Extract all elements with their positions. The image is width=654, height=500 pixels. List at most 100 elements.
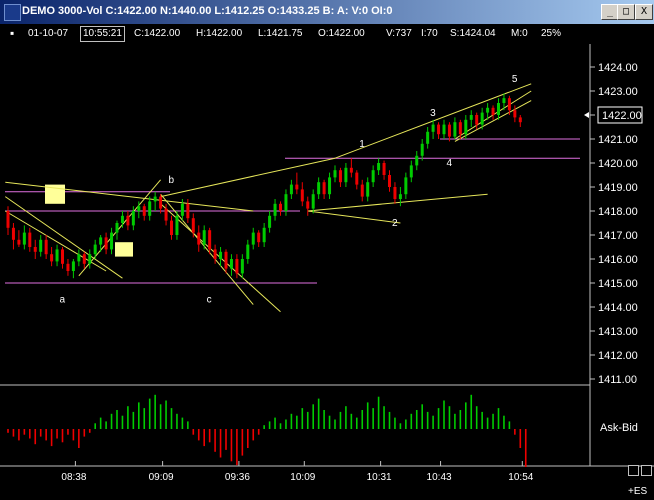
candle-body — [115, 223, 119, 233]
symbol-label: +ES — [628, 486, 648, 497]
y-tick-label: 1420.00 — [598, 158, 638, 170]
app-icon — [4, 4, 21, 21]
candle-body — [120, 215, 124, 223]
candle-body — [11, 227, 15, 240]
candle-body — [507, 98, 511, 111]
x-tick-label: 10:43 — [427, 472, 452, 483]
candle-body — [366, 182, 370, 197]
candle-body — [208, 230, 212, 250]
candle-body — [93, 244, 97, 255]
candle-body — [229, 259, 233, 269]
candle-body — [447, 124, 451, 137]
info-interval: I:70 — [421, 28, 438, 39]
candle-body — [164, 208, 168, 221]
layout-button-2[interactable] — [641, 465, 652, 476]
y-tick-label: 1414.00 — [598, 302, 638, 314]
candle-body — [137, 206, 141, 211]
candle-body — [458, 122, 462, 135]
y-tick-label: 1411.00 — [598, 374, 637, 386]
y-tick-label: 1419.00 — [598, 182, 638, 194]
info-volume: V:737 — [386, 28, 412, 39]
candle-body — [50, 254, 54, 262]
x-tick-label: 08:38 — [61, 472, 86, 483]
candle-body — [213, 249, 217, 259]
candle-body — [202, 230, 206, 245]
candle-body — [284, 194, 288, 211]
candle-body — [175, 215, 179, 235]
title-bar[interactable]: DEMO 3000-Vol C:1422.00 N:1440.00 L:1412… — [0, 0, 654, 24]
wave-label-5: 5 — [512, 74, 518, 85]
candle-body — [268, 215, 272, 228]
candle-body — [355, 172, 359, 185]
candle-body — [338, 170, 342, 183]
price-chart[interactable]: 1411.00 1412.00 1413.00 1414.00 1415.00 1416.… — [0, 44, 654, 500]
candle-body — [453, 122, 457, 137]
y-tick-label: 1421.00 — [598, 134, 638, 146]
window-title: DEMO 3000-Vol C:1422.00 N:1440.00 L:1412… — [22, 5, 393, 17]
candle-body — [475, 115, 479, 125]
candle-body — [99, 237, 103, 245]
y-tick-label: 1416.00 — [598, 254, 638, 266]
candle-body — [44, 239, 48, 255]
info-bar: ▪ 01-10-07 10:55:21 C:1422.00 H:1422.00 … — [0, 24, 590, 44]
candle-body — [480, 112, 484, 125]
candle-body — [486, 107, 490, 113]
candle-body — [66, 263, 70, 271]
wave-label-4: 4 — [446, 158, 452, 169]
layout-button-1[interactable] — [628, 465, 639, 476]
candle-body — [28, 232, 32, 247]
y-tick-label: 1418.00 — [598, 206, 638, 218]
candle-body — [344, 167, 348, 183]
candle-body — [469, 115, 473, 120]
candle-body — [33, 247, 37, 252]
candle-body — [22, 232, 26, 245]
candle-body — [224, 251, 228, 269]
candle-body — [159, 196, 163, 209]
x-tick-label: 10:54 — [508, 472, 533, 483]
candle-body — [360, 184, 364, 197]
candle-body — [180, 203, 184, 216]
x-tick-label: 09:09 — [149, 472, 174, 483]
info-close: C:1422.00 — [134, 28, 181, 39]
candle-body — [153, 196, 157, 202]
candle-body — [273, 203, 277, 216]
x-tick-label: 10:31 — [367, 472, 392, 483]
maximize-button[interactable]: □ — [617, 4, 635, 20]
trend-line — [307, 193, 488, 212]
info-m: M:0 — [511, 28, 528, 39]
last-price-label: 1422.00 — [602, 110, 642, 122]
candle-body — [502, 98, 506, 103]
chart-window: DEMO 3000-Vol C:1422.00 N:1440.00 L:1412… — [0, 0, 654, 500]
candle-body — [333, 170, 337, 178]
candle-body — [88, 254, 92, 264]
candle-body — [186, 203, 190, 219]
candle-body — [404, 177, 408, 195]
last-price-arrow — [584, 112, 589, 118]
wave-label-1: 1 — [359, 139, 365, 150]
info-date: 01-10-07 — [28, 28, 69, 39]
candle-body — [257, 232, 261, 243]
candle-body — [104, 237, 108, 250]
x-tick-label: 09:36 — [225, 472, 250, 483]
candle-body — [77, 254, 81, 262]
trend-line — [160, 157, 336, 198]
info-time: 10:55:21 — [80, 26, 125, 42]
candle-body — [306, 201, 310, 209]
candle-body — [349, 167, 353, 173]
candle-body — [442, 124, 446, 135]
candle-body — [61, 249, 64, 264]
candle-body — [251, 232, 255, 245]
candle-body — [322, 182, 326, 195]
candle-body — [295, 184, 299, 190]
candle-body — [17, 239, 21, 245]
y-tick-label: 1413.00 — [598, 326, 638, 338]
candle-body — [170, 220, 173, 235]
info-high: H:1422.00 — [196, 28, 243, 39]
wave-label-b: b — [169, 175, 175, 186]
candle-body — [518, 117, 522, 123]
candle-body — [110, 232, 114, 250]
y-tick-label: 1417.00 — [598, 230, 638, 242]
close-button[interactable]: X — [635, 4, 653, 20]
info-low: L:1421.75 — [258, 28, 303, 39]
y-tick-label: 1423.00 — [598, 86, 638, 98]
